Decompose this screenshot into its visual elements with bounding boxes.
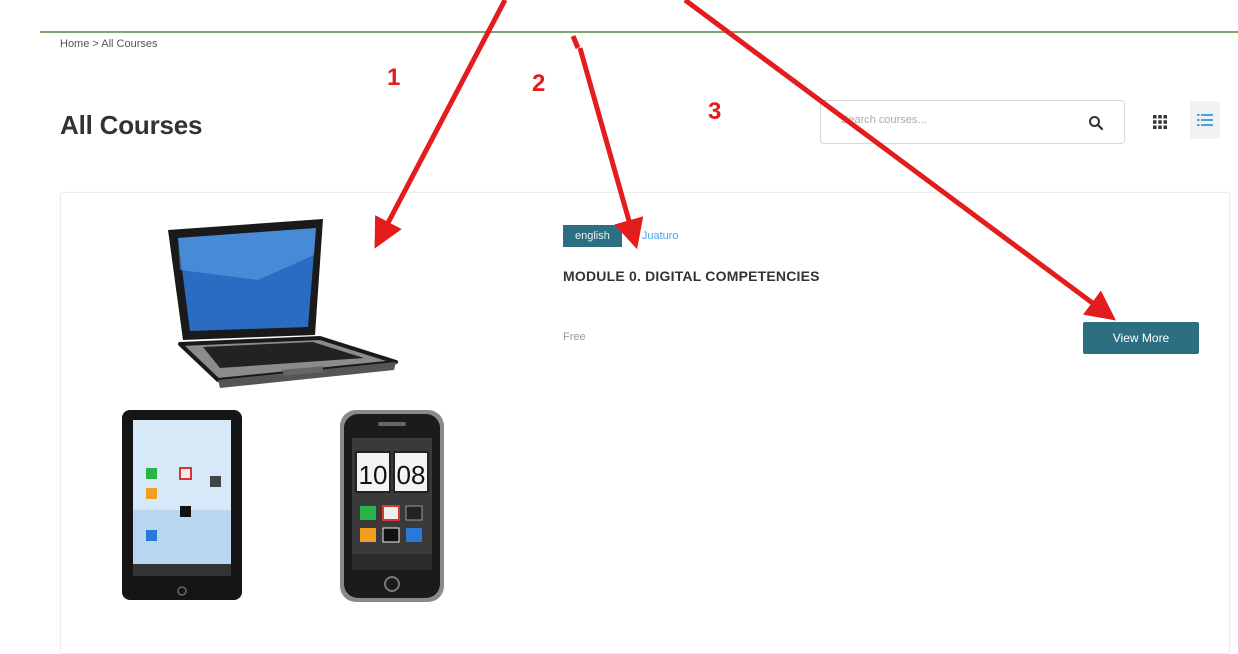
course-thumbnail-image[interactable]: 10 08 xyxy=(108,210,458,610)
tablet-illustration xyxy=(122,410,242,600)
annotation-stub xyxy=(570,35,581,49)
laptop-illustration xyxy=(168,219,398,388)
annotation-label-3: 3 xyxy=(708,98,722,125)
course-title[interactable]: MODULE 0. DIGITAL COMPETENCIES xyxy=(563,268,820,284)
phone-illustration: 10 08 xyxy=(340,410,444,602)
phone-clock-hours: 10 xyxy=(359,460,388,490)
course-meta: english Juaturo xyxy=(563,225,679,247)
breadcrumb[interactable]: Home > All Courses xyxy=(60,38,158,50)
view-more-button[interactable]: View More xyxy=(1083,322,1199,354)
annotation-label-1: 1 xyxy=(387,64,401,91)
page-title: All Courses xyxy=(60,110,203,140)
list-view-icon xyxy=(1197,114,1213,126)
search-icon[interactable] xyxy=(1088,115,1104,131)
annotation-label-2: 2 xyxy=(532,70,546,97)
author-link[interactable]: Juaturo xyxy=(642,230,679,242)
language-tag[interactable]: english xyxy=(563,225,622,247)
search-input[interactable] xyxy=(839,113,1073,127)
search-box[interactable] xyxy=(820,100,1125,144)
header-divider xyxy=(40,31,1238,33)
grid-view-button[interactable] xyxy=(1145,103,1175,141)
phone-clock-minutes: 08 xyxy=(397,460,426,490)
list-view-button[interactable] xyxy=(1190,101,1220,139)
grid-view-icon xyxy=(1153,115,1167,129)
course-price: Free xyxy=(563,331,586,343)
